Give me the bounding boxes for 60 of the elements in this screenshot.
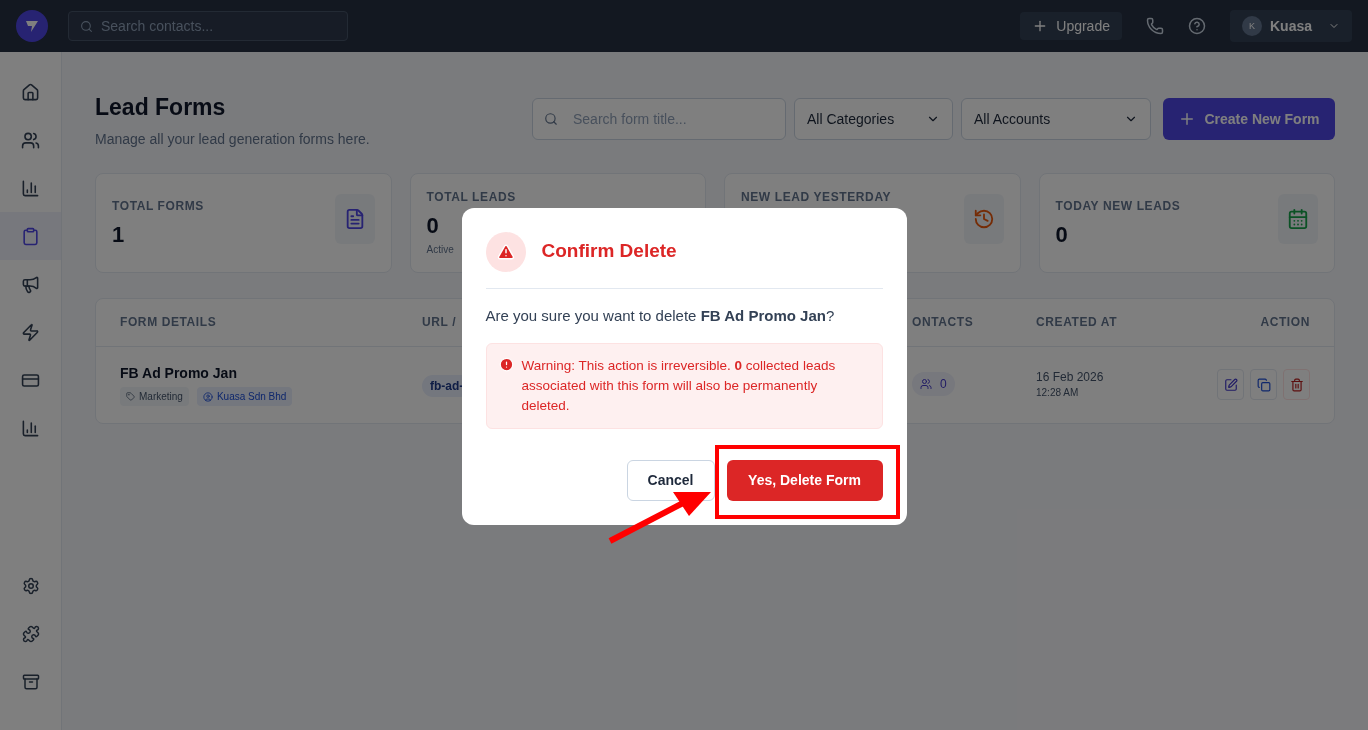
stat-label: TOTAL LEADS [426,188,516,205]
stat-note: Active [426,242,454,257]
alert-icon [498,357,514,372]
bar-chart-icon [21,418,40,438]
create-form-button[interactable]: Create New Form [1163,98,1335,140]
form-name: FB Ad Promo Jan [120,364,237,383]
users-icon [21,130,40,150]
logo-icon[interactable] [16,10,48,42]
user-avatar: K [1241,16,1262,36]
clipboard-icon [21,226,40,246]
page-subtitle: Manage all your lead generation forms here. [95,129,370,149]
dialog-message: Are you sure you want to delete FB Ad Promo Jan? [485,305,836,326]
warning-text: Warning: This action is irreversible. 0 collected leads associated with this form will also be permanently deleted. [521,357,837,415]
contacts-badge: 0 [912,372,955,396]
category-select[interactable]: All Categories [794,98,953,140]
sidebar-item[interactable] [0,212,61,260]
column-header: URL / [422,315,457,329]
help-icon[interactable] [1187,17,1206,35]
user-icon [202,391,213,402]
edit-button[interactable] [1217,369,1244,400]
delete-button[interactable] [1283,369,1310,400]
calendar-icon [1287,207,1309,230]
history-icon [972,207,995,230]
created-time: 12:28 AM [1036,386,1079,400]
puzzle-icon [21,625,40,643]
created-date: 16 Feb 2026 [1036,369,1104,385]
stat-label: NEW LEAD YESTERDAY [741,188,892,205]
page-title: Lead Forms [95,93,226,122]
edit-icon [1223,377,1238,392]
stat-value: 1 [112,220,125,249]
column-header: FORM DETAILS [120,315,217,329]
tag-icon [126,392,135,401]
users-icon [920,378,932,390]
home-icon [21,82,40,102]
lightning-icon [21,322,40,342]
copy-icon [1256,377,1271,392]
account-select[interactable]: All Accounts [961,98,1151,140]
column-header: ACTION [1260,314,1310,330]
stat-label: TODAY NEW LEADS [1055,197,1181,214]
upgrade-button[interactable]: Upgrade [1020,12,1122,40]
megaphone-icon [21,274,40,294]
copy-button[interactable] [1250,369,1277,400]
stat-value: 0 [426,211,439,240]
search-icon [80,20,93,33]
column-header: ONTACTS [912,315,974,329]
user-menu[interactable]: K Kuasa [1229,10,1352,42]
account-tag: Kuasa Sdn Bhd [196,387,293,406]
bar-chart-icon [21,178,40,198]
phone-icon[interactable] [1145,17,1164,35]
warning-icon [496,242,515,261]
search-icon [544,112,558,126]
category-tag: Marketing [120,387,189,406]
settings-icon [21,577,40,595]
archive-icon [21,673,40,691]
stat-label: TOTAL FORMS [112,197,204,214]
stat-value: 0 [1055,220,1068,249]
dialog-title: Confirm Delete [541,239,677,264]
trash-icon [1289,377,1304,392]
column-header: CREATED AT [1036,315,1118,329]
confirm-delete-button[interactable]: Yes, Delete Form [726,459,883,501]
